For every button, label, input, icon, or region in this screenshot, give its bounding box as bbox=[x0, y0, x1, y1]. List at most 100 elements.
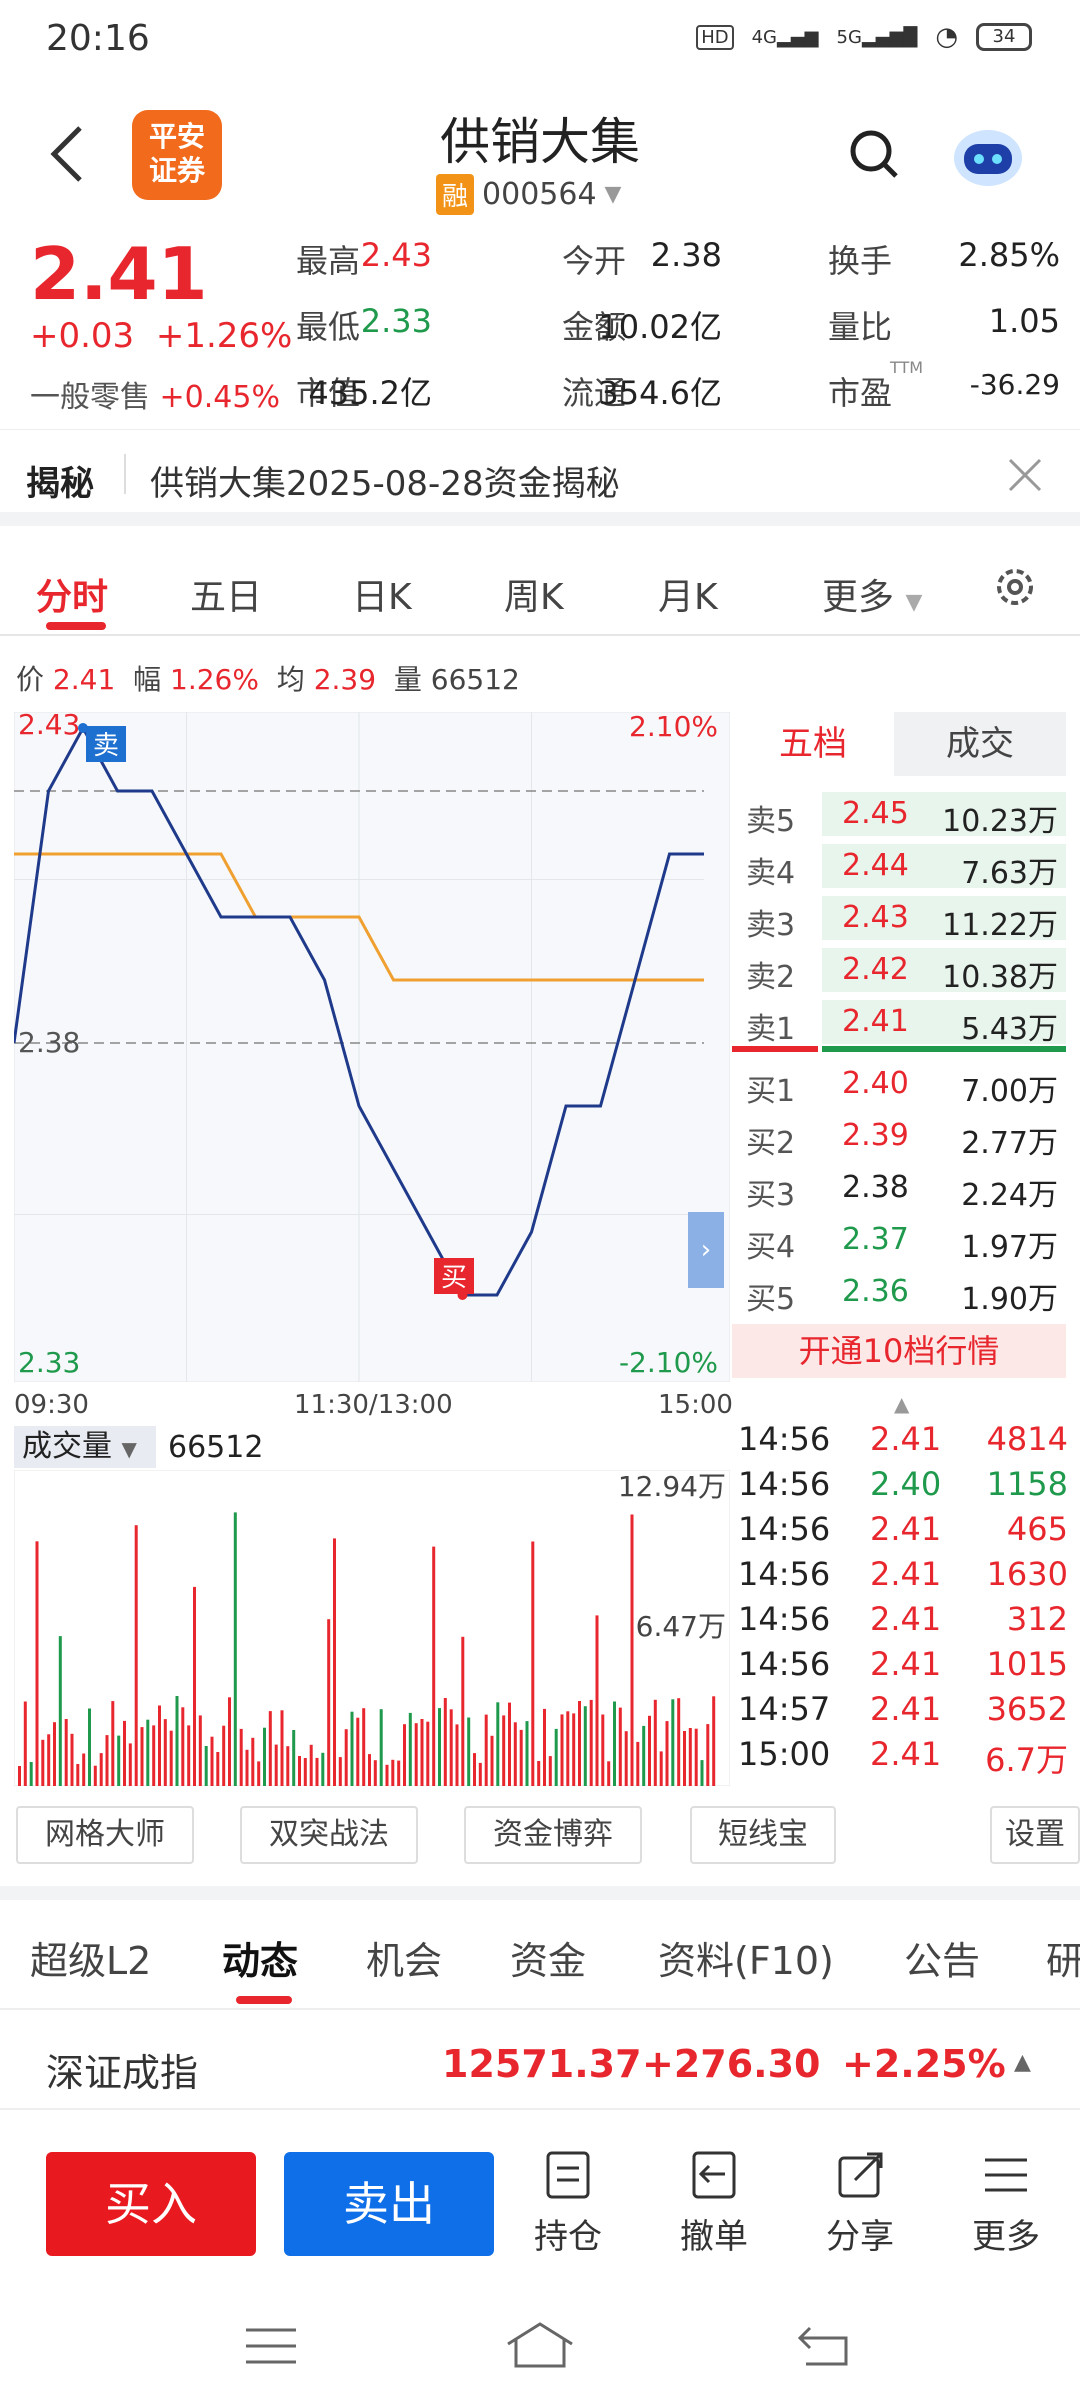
tab-profile-f10[interactable]: 资料(F10) bbox=[658, 1930, 834, 1985]
double-breakout-button[interactable]: 双突战法 bbox=[240, 1806, 418, 1864]
ask-row[interactable]: 卖3 2.43 11.22万 bbox=[732, 892, 1066, 944]
quote-value: 2.33 bbox=[360, 302, 432, 340]
tab-announcements[interactable]: 公告 bbox=[904, 1930, 980, 1985]
volume-bar bbox=[204, 1746, 208, 1786]
tab-trades[interactable]: 成交 bbox=[894, 712, 1066, 776]
index-ticker[interactable]: 深证成指 12571.37 +276.30 +2.25% ▲ bbox=[0, 2020, 1080, 2110]
cancel-order-button[interactable]: 撤单 bbox=[664, 2150, 764, 2258]
holdings-button[interactable]: 持仓 bbox=[518, 2150, 618, 2258]
tab-weekly-k[interactable]: 周K bbox=[504, 568, 564, 620]
volume-bar bbox=[333, 1538, 336, 1786]
share-button[interactable]: 分享 bbox=[810, 2150, 910, 2258]
volume-bar bbox=[379, 1709, 383, 1786]
tab-opportunity[interactable]: 机会 bbox=[366, 1930, 442, 1985]
volume-bar bbox=[146, 1719, 150, 1786]
volume-selector[interactable]: 成交量 ▼ bbox=[14, 1426, 156, 1468]
bid-row[interactable]: 买2 2.39 2.77万 bbox=[732, 1110, 1066, 1162]
level-label: 买5 bbox=[746, 1282, 796, 1317]
trade-time: 14:56 bbox=[738, 1645, 831, 1683]
level-label: 卖1 bbox=[746, 1012, 796, 1047]
volume-bar bbox=[630, 1514, 634, 1786]
volume-bar bbox=[233, 1512, 237, 1786]
volume-bar bbox=[642, 1725, 646, 1786]
volume-bar bbox=[23, 1701, 27, 1786]
volume-bar bbox=[496, 1702, 500, 1786]
chevron-up-icon: ▲ bbox=[1014, 2050, 1031, 2075]
volume-bar bbox=[350, 1711, 354, 1786]
tab-five-level[interactable]: 五档 bbox=[732, 712, 894, 776]
sector-change[interactable]: 一般零售 +0.45% bbox=[30, 372, 280, 416]
trade-row: 14:56 2.41 1015 bbox=[738, 1645, 1068, 1690]
volume-bar bbox=[490, 1735, 494, 1786]
volume-bar bbox=[41, 1739, 45, 1786]
upgrade-level10-button[interactable]: 开通10档行情 bbox=[732, 1324, 1066, 1378]
home-icon[interactable] bbox=[504, 2320, 576, 2370]
volume-bar bbox=[268, 1711, 272, 1786]
trade-time: 15:00 bbox=[738, 1735, 831, 1773]
volume-bar bbox=[449, 1709, 453, 1786]
level-volume: 10.38万 bbox=[942, 960, 1058, 995]
volume-bar bbox=[193, 1586, 196, 1786]
bid-row[interactable]: 买3 2.38 2.24万 bbox=[732, 1162, 1066, 1214]
volume-bar bbox=[327, 1619, 331, 1786]
bid-row[interactable]: 买5 2.36 1.90万 bbox=[732, 1266, 1066, 1318]
undo-icon bbox=[692, 2151, 736, 2199]
ttm-label: TTM bbox=[890, 358, 924, 377]
grid-master-button[interactable]: 网格大师 bbox=[16, 1806, 194, 1864]
tab-research[interactable]: 研 bbox=[1046, 1930, 1080, 1985]
short-term-button[interactable]: 短线宝 bbox=[690, 1806, 836, 1864]
assistant-robot-icon[interactable] bbox=[950, 120, 1026, 190]
stock-code-selector[interactable]: 融 000564 ▼ bbox=[436, 174, 621, 215]
volume-bar bbox=[700, 1760, 704, 1786]
more-button[interactable]: 更多 bbox=[956, 2150, 1056, 2258]
volume-bar bbox=[152, 1725, 156, 1786]
quote-value: 2.38 bbox=[650, 236, 722, 274]
volume-bar bbox=[589, 1699, 593, 1786]
tab-funds[interactable]: 资金 bbox=[510, 1930, 586, 1985]
tab-five-day[interactable]: 五日 bbox=[190, 568, 262, 620]
tab-super-l2[interactable]: 超级L2 bbox=[30, 1930, 151, 1985]
settings-button[interactable]: 设置 bbox=[990, 1806, 1080, 1864]
banner-label: 揭秘 bbox=[26, 464, 94, 504]
fund-game-button[interactable]: 资金博弈 bbox=[464, 1806, 642, 1864]
bid-ask-ratio-green bbox=[822, 1046, 1066, 1052]
ask-row[interactable]: 卖4 2.44 7.63万 bbox=[732, 840, 1066, 892]
tab-more[interactable]: 更多 ▼ bbox=[822, 568, 922, 620]
bid-row[interactable]: 买1 2.40 7.00万 bbox=[732, 1058, 1066, 1110]
tab-dynamics[interactable]: 动态 bbox=[222, 1930, 298, 1985]
buy-button[interactable]: 买入 bbox=[46, 2152, 256, 2256]
chevron-down-icon: ▼ bbox=[905, 590, 923, 615]
chevron-right-icon: › bbox=[701, 1235, 711, 1265]
back-nav-icon[interactable] bbox=[796, 2324, 852, 2368]
volume-bar bbox=[467, 1717, 471, 1786]
volume-bar bbox=[169, 1730, 173, 1786]
search-icon[interactable] bbox=[848, 128, 900, 180]
level-price: 2.37 bbox=[842, 1222, 909, 1257]
level-volume: 11.22万 bbox=[942, 908, 1058, 943]
bid-row[interactable]: 买4 2.37 1.97万 bbox=[732, 1214, 1066, 1266]
recent-apps-icon[interactable] bbox=[244, 2326, 298, 2366]
volume-bar bbox=[408, 1712, 412, 1786]
buy-marker-label: 买 bbox=[441, 1263, 467, 1293]
fund-reveal-banner[interactable]: 揭秘 供销大集2025-08-28资金揭秘 bbox=[0, 430, 1080, 526]
ask-row[interactable]: 卖2 2.42 10.38万 bbox=[732, 944, 1066, 996]
trade-price: 2.41 bbox=[870, 1510, 942, 1548]
intraday-chart[interactable]: 2.43 2.38 2.33 2.10% -2.10% 卖 买 › bbox=[14, 712, 730, 1382]
gear-icon[interactable] bbox=[992, 564, 1038, 610]
tab-intraday[interactable]: 分时 bbox=[36, 568, 108, 620]
close-icon[interactable] bbox=[1008, 458, 1042, 492]
volume-bar bbox=[251, 1737, 255, 1786]
volume-bar bbox=[286, 1746, 290, 1786]
volume-bar bbox=[29, 1762, 33, 1786]
trade-price: 2.41 bbox=[870, 1735, 942, 1773]
divider bbox=[124, 454, 126, 494]
tab-monthly-k[interactable]: 月K bbox=[658, 568, 718, 620]
ask-row[interactable]: 卖5 2.45 10.23万 bbox=[732, 788, 1066, 840]
tab-daily-k[interactable]: 日K bbox=[352, 568, 412, 620]
banner-text: 供销大集2025-08-28资金揭秘 bbox=[150, 464, 620, 504]
ask-row[interactable]: 卖1 2.41 5.43万 bbox=[732, 996, 1066, 1048]
info-tabs: 超级L2 动态 机会 资金 资料(F10) 公告 研 bbox=[0, 1900, 1080, 2010]
volume-bar bbox=[245, 1749, 249, 1786]
sell-button[interactable]: 卖出 bbox=[284, 2152, 494, 2256]
chevron-up-icon[interactable]: ▲ bbox=[894, 1392, 909, 1416]
